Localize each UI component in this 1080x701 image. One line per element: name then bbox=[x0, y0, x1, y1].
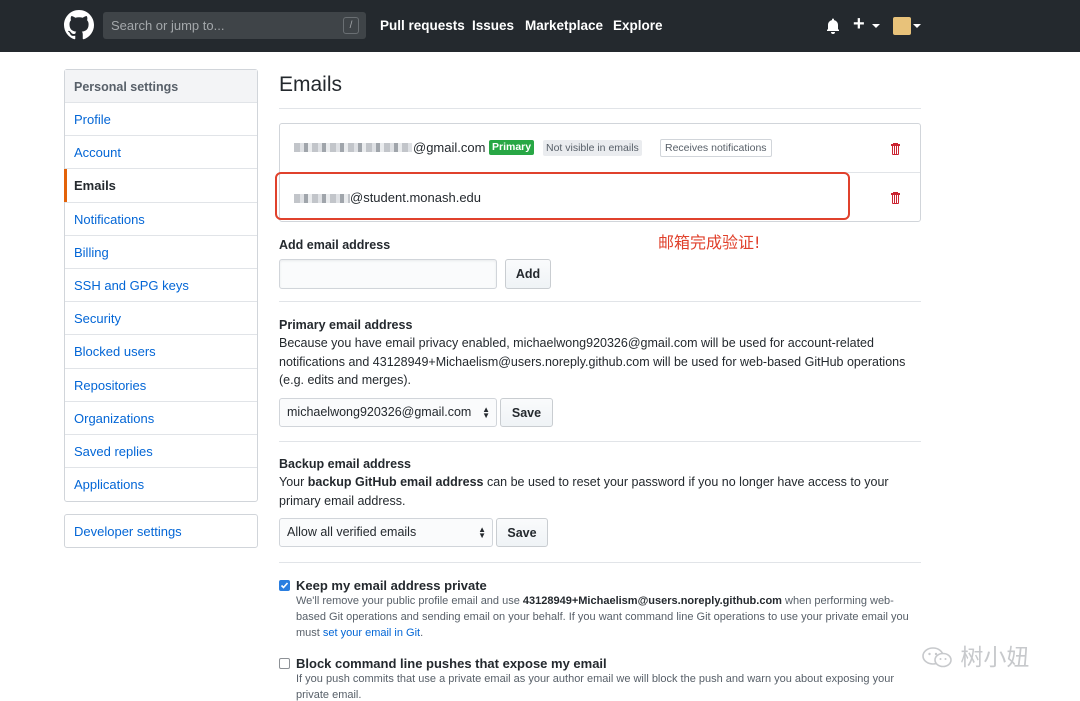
keep-private-label[interactable]: Keep my email address private bbox=[296, 578, 487, 593]
nav-pull-requests[interactable]: Pull requests bbox=[380, 18, 465, 33]
select-updown-icon: ▲ ▼ bbox=[482, 405, 490, 420]
backup-email-description: Your backup GitHub email address can be … bbox=[279, 473, 919, 510]
notification-bell-icon[interactable] bbox=[826, 18, 840, 34]
description-bold: backup GitHub email address bbox=[307, 475, 484, 489]
sidebar-heading: Personal settings bbox=[65, 70, 257, 103]
github-logo-icon[interactable] bbox=[64, 10, 94, 40]
sidebar-item-saved-replies[interactable]: Saved replies bbox=[65, 435, 257, 469]
sidebar-item-repositories[interactable]: Repositories bbox=[65, 369, 257, 402]
top-header: Search or jump to... / Pull requests Iss… bbox=[0, 0, 1080, 52]
keep-private-description: We'll remove your public profile email a… bbox=[296, 594, 921, 641]
nav-marketplace[interactable]: Marketplace bbox=[525, 18, 603, 33]
description-line: primary email address. bbox=[279, 493, 406, 508]
sidebar-item-profile[interactable]: Profile bbox=[65, 103, 257, 137]
add-email-button[interactable]: Add bbox=[505, 259, 551, 289]
sidebar-item-security[interactable]: Security bbox=[65, 302, 257, 336]
keep-private-checkbox[interactable] bbox=[279, 580, 290, 591]
sidebar-item-emails[interactable]: Emails bbox=[64, 169, 257, 203]
block-push-label[interactable]: Block command line pushes that expose my… bbox=[296, 656, 607, 671]
sidebar-item-applications[interactable]: Applications bbox=[65, 468, 257, 501]
delete-trash-icon[interactable] bbox=[890, 142, 901, 155]
add-email-label: Add email address bbox=[279, 238, 391, 252]
description-text: must bbox=[296, 626, 323, 639]
email-row-primary: @gmail.com Primary Not visible in emails… bbox=[280, 124, 920, 173]
description-line: private email. bbox=[296, 688, 362, 701]
backup-email-select[interactable]: Allow all verified emails ▲ ▼ bbox=[279, 518, 493, 547]
description-line: notifications and 43128949+Michaelism@us… bbox=[279, 354, 906, 369]
settings-sidebar: Personal settings Profile Account Emails… bbox=[64, 69, 258, 503]
noreply-email: 43128949+Michaelism@users.noreply.github… bbox=[522, 595, 782, 607]
search-shortcut-hint: / bbox=[343, 17, 359, 34]
select-value: michaelwong920326@gmail.com bbox=[287, 405, 472, 419]
block-push-description: If you push commits that use a private e… bbox=[296, 672, 921, 701]
description-text: when performing web- bbox=[781, 595, 894, 607]
redacted-email-prefix bbox=[294, 143, 412, 152]
select-updown-icon: ▲ ▼ bbox=[478, 525, 486, 540]
description-line: If you push commits that use a private e… bbox=[296, 673, 894, 685]
primary-email-select[interactable]: michaelwong920326@gmail.com ▲ ▼ bbox=[279, 398, 497, 427]
watermark-text: 树小妞 bbox=[960, 645, 1030, 671]
block-push-checkbox[interactable] bbox=[279, 658, 290, 669]
set-email-in-git-link[interactable]: set your email in Git bbox=[323, 627, 420, 639]
primary-email-description: Because you have email privacy enabled, … bbox=[279, 334, 929, 390]
create-new-icon[interactable]: + bbox=[853, 14, 865, 34]
description-line: based Git operations and sending email o… bbox=[296, 610, 909, 623]
description-line: Because you have email privacy enabled, … bbox=[279, 336, 874, 350]
primary-badge: Primary bbox=[489, 140, 535, 155]
sidebar-item-developer-settings[interactable]: Developer settings bbox=[64, 514, 258, 548]
description-text: Your bbox=[279, 475, 308, 489]
nav-issues[interactable]: Issues bbox=[472, 18, 514, 33]
description-text: We'll remove your public profile email a… bbox=[296, 595, 523, 607]
sidebar-item-organizations[interactable]: Organizations bbox=[65, 402, 257, 435]
section-divider bbox=[279, 441, 921, 442]
delete-trash-icon[interactable] bbox=[890, 191, 901, 204]
description-line: (e.g. edits and merges). bbox=[279, 373, 412, 388]
sidebar-item-notifications[interactable]: Notifications bbox=[65, 203, 257, 236]
create-dropdown-caret-icon[interactable] bbox=[872, 24, 880, 28]
sidebar-item-ssh-gpg-keys[interactable]: SSH and GPG keys bbox=[65, 269, 257, 303]
section-divider bbox=[279, 301, 921, 302]
annotation-highlight-box bbox=[275, 172, 850, 220]
watermark: 树小妞 bbox=[921, 638, 1029, 672]
sidebar-item-blocked-users[interactable]: Blocked users bbox=[65, 335, 257, 369]
checkmark-icon bbox=[280, 582, 289, 589]
annotation-text: 邮箱完成验证! bbox=[658, 233, 761, 252]
search-placeholder: Search or jump to... bbox=[111, 18, 225, 33]
sidebar-item-account[interactable]: Account bbox=[65, 136, 257, 170]
search-input[interactable]: Search or jump to... / bbox=[103, 12, 366, 39]
notifications-badge: Receives notifications bbox=[660, 139, 772, 157]
primary-email-label: Primary email address bbox=[279, 318, 413, 332]
user-dropdown-caret-icon[interactable] bbox=[913, 24, 921, 28]
nav-explore[interactable]: Explore bbox=[613, 18, 663, 33]
description-text: . bbox=[420, 626, 424, 639]
user-avatar[interactable] bbox=[893, 17, 911, 35]
save-primary-button[interactable]: Save bbox=[500, 398, 553, 427]
section-divider bbox=[279, 562, 921, 563]
select-value: Allow all verified emails bbox=[287, 525, 417, 539]
visibility-badge: Not visible in emails bbox=[543, 140, 642, 156]
title-divider bbox=[279, 108, 921, 109]
page-title: Emails bbox=[279, 73, 343, 96]
description-text: can be used to reset your password if yo… bbox=[483, 475, 889, 489]
save-backup-button[interactable]: Save bbox=[496, 518, 548, 547]
email-address-suffix: @gmail.com bbox=[413, 140, 486, 155]
wechat-icon bbox=[922, 647, 952, 668]
backup-email-label: Backup email address bbox=[279, 457, 412, 471]
add-email-input[interactable] bbox=[279, 259, 497, 289]
sidebar-item-billing[interactable]: Billing bbox=[65, 236, 257, 269]
